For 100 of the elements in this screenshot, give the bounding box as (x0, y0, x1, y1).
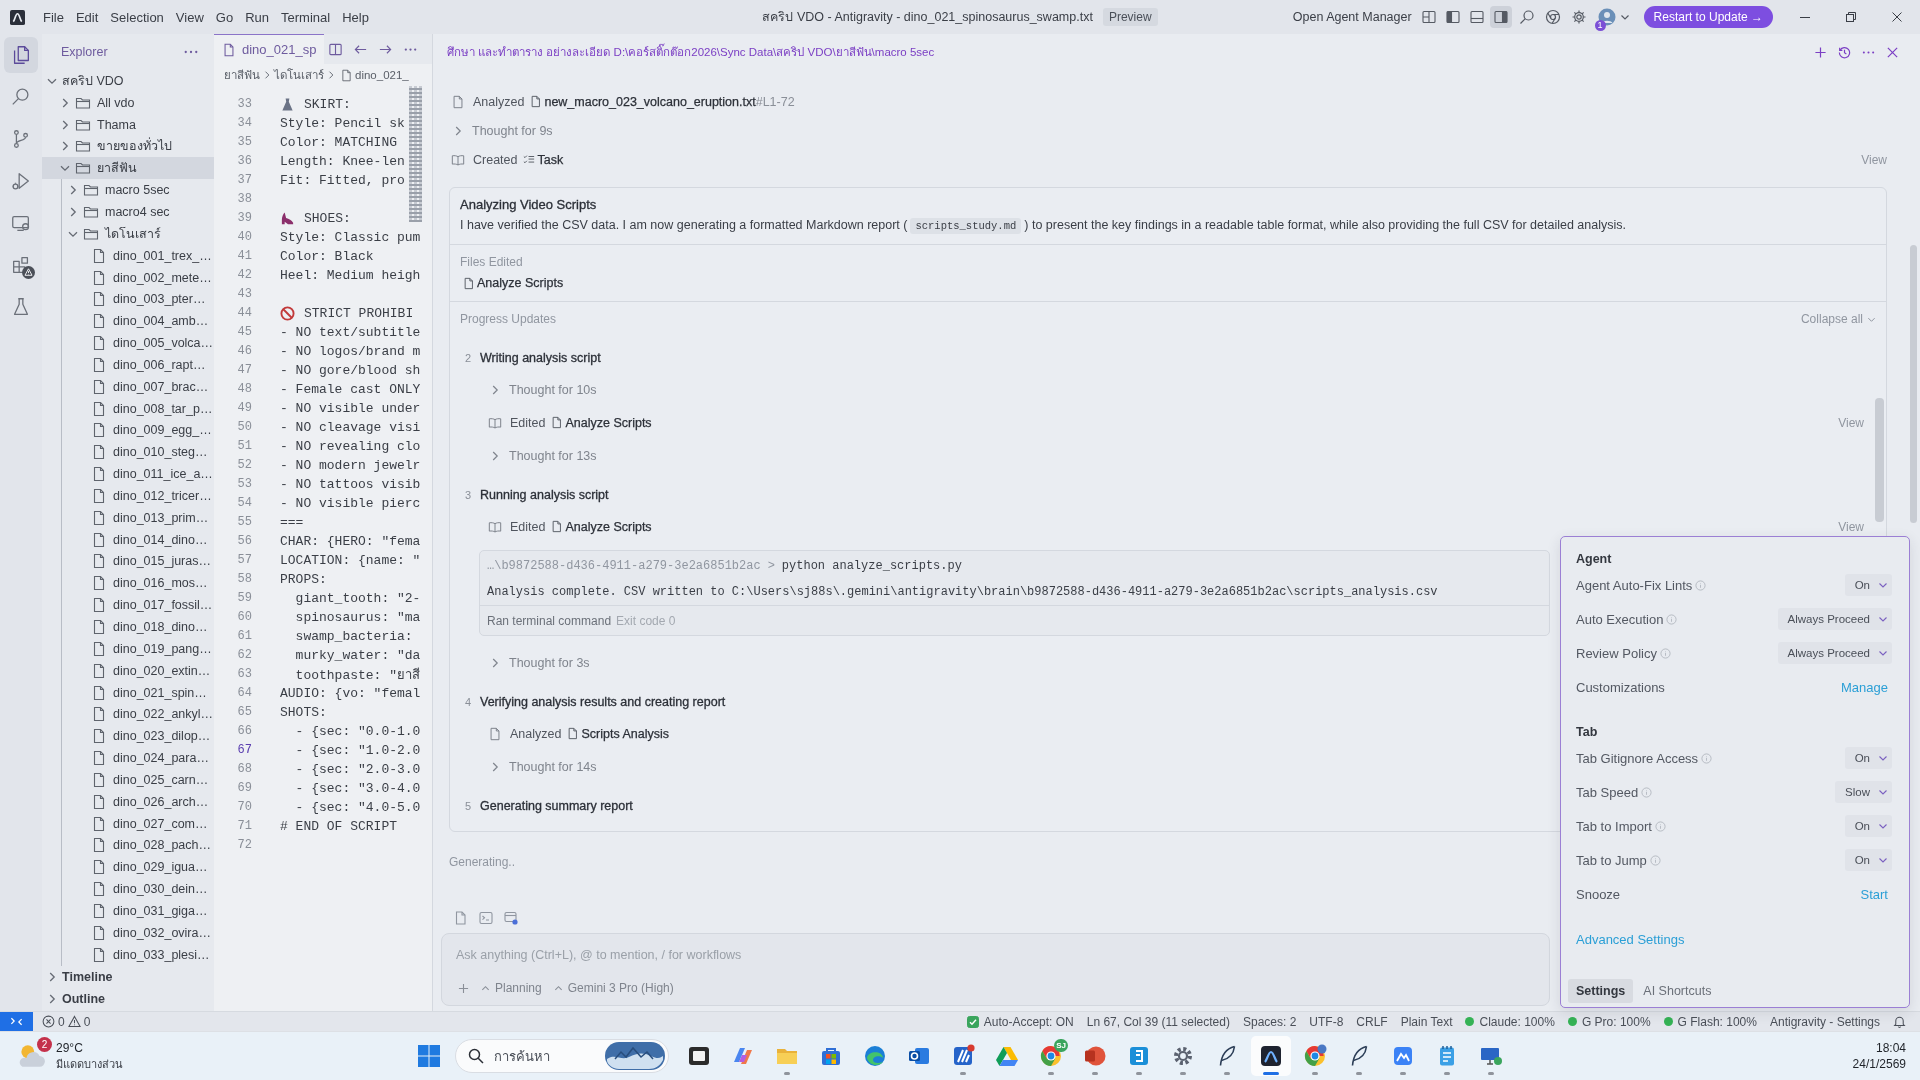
remote-button[interactable] (0, 1012, 33, 1031)
setting-dropdown[interactable]: Always Proceed (1777, 608, 1892, 630)
book-icon (488, 415, 502, 430)
line-number: 70 (236, 800, 252, 814)
menu-item[interactable]: Edit (69, 6, 105, 28)
popup-tab[interactable]: AI Shortcuts (1635, 979, 1720, 1003)
setting-dropdown[interactable]: On (1844, 849, 1892, 871)
layout-toggle[interactable] (1489, 6, 1512, 28)
menu-item[interactable]: Run (239, 6, 275, 28)
step-number: 2 (465, 352, 473, 364)
error-icon (42, 1015, 55, 1028)
menu-item[interactable]: File (37, 6, 70, 28)
menu-item[interactable]: Go (209, 6, 240, 28)
code-line: - NO modern jewelr (280, 457, 421, 473)
file-icon (222, 42, 236, 57)
code-line: - NO text/subtitle (280, 324, 421, 340)
console-icon[interactable] (479, 911, 493, 925)
popup-tab[interactable]: Settings (1568, 979, 1634, 1003)
breadcrumb-item[interactable]: dino_021_ (355, 69, 409, 81)
breadcrumb-item[interactable]: ไดโนเสาร์ (274, 66, 324, 84)
problems-indicator[interactable]: 0 0 (42, 1014, 91, 1029)
striped-tile-icon[interactable] (951, 1044, 975, 1068)
agent-manager-link[interactable]: Open Agent Manager (1292, 10, 1412, 24)
status-item[interactable]: Ln 67, Col 39 (11 selected) (1086, 1014, 1230, 1029)
quota-indicator[interactable]: G Flash: 100% (1663, 1014, 1757, 1029)
clock[interactable]: 18:04 24/1/2569 (1852, 1040, 1920, 1072)
task-link[interactable]: Task (523, 152, 564, 167)
line-number: 69 (236, 781, 252, 795)
bracket-tile-icon[interactable] (1127, 1044, 1151, 1068)
setting-dropdown[interactable]: Slow (1835, 781, 1892, 803)
breadcrumb-item[interactable]: ยาสีฟัน (224, 66, 260, 84)
weather-condition: มีแดดบางส่วน (56, 1057, 123, 1072)
file-link[interactable]: Analyze Scripts (551, 415, 652, 430)
menu-item[interactable]: Terminal (275, 6, 337, 28)
more-icon[interactable] (184, 50, 198, 54)
setting-dropdown[interactable]: On (1844, 574, 1892, 596)
browser-window-icon[interactable] (504, 911, 518, 925)
activity-bar-item[interactable] (4, 37, 38, 73)
search-icon[interactable] (1518, 9, 1535, 25)
file-link[interactable]: Scripts Analysis (567, 726, 669, 741)
file-link[interactable]: new_macro_023_volcano_eruption.txt (530, 94, 756, 109)
setting-dropdown[interactable]: On (1844, 747, 1892, 769)
close-icon[interactable] (1886, 45, 1899, 59)
status-item[interactable]: UTF-8 (1309, 1014, 1344, 1029)
file-icon (488, 726, 502, 741)
triangle-icon[interactable] (995, 1044, 1019, 1068)
bell-icon[interactable] (1893, 1015, 1906, 1028)
mountain-tile-icon[interactable] (1391, 1044, 1415, 1068)
setting-dropdown[interactable]: On (1844, 815, 1892, 837)
line-number: 43 (236, 287, 252, 301)
settings-icon[interactable] (1171, 1044, 1195, 1068)
task-summary: I have verified the CSV data. I am now generating a formatted Markdown report ( scripts_study.md ) to present the key findings in a readable table format, while also providing the full CSV for detailed analysis. (460, 217, 1627, 235)
caret-down-icon[interactable] (1619, 12, 1630, 22)
quota-indicator[interactable]: Claude: 100% (1465, 1014, 1555, 1029)
setting-label: Tab to Jump (1576, 852, 1647, 868)
editor-tab[interactable]: dino_021_sp (214, 34, 325, 64)
search-field[interactable]: การค้นหา (455, 1039, 669, 1073)
plus-icon[interactable] (1814, 45, 1827, 59)
account-badge: 1 (1594, 20, 1606, 31)
account-avatar-icon[interactable] (1597, 8, 1616, 26)
history-icon[interactable] (1838, 45, 1851, 59)
document-icon[interactable] (454, 911, 468, 925)
scrollbar-thumb[interactable] (1910, 245, 1917, 523)
settings-icon[interactable] (1570, 9, 1587, 25)
menu-item[interactable]: Selection (104, 6, 170, 28)
line-number: 46 (236, 344, 252, 358)
scrollbar-thumb[interactable] (1875, 398, 1884, 522)
auto-accept-toggle[interactable]: Auto-Accept: ON (966, 1014, 1074, 1029)
file-link[interactable]: Analyze Scripts (463, 276, 564, 290)
start-icon[interactable] (417, 1044, 441, 1068)
search-input[interactable]: การค้นหา (494, 1048, 605, 1064)
swirl-icon[interactable] (863, 1044, 887, 1068)
profile-badge: SJ (1054, 1039, 1068, 1052)
square-frame-icon[interactable] (687, 1044, 711, 1068)
restore-icon[interactable] (1846, 12, 1856, 22)
code-line: - Female cast ONLY (280, 381, 421, 397)
action-label: Edited (510, 519, 546, 534)
section-header[interactable]: Timeline (42, 966, 214, 988)
line-number: 41 (236, 249, 252, 263)
file-link[interactable]: Analyze Scripts (551, 519, 652, 534)
setting-dropdown[interactable]: Always Proceed (1777, 642, 1892, 664)
quota-indicator[interactable]: G Pro: 100% (1567, 1014, 1651, 1029)
status-item[interactable]: CRLF (1356, 1014, 1388, 1029)
close-icon[interactable] (1892, 12, 1902, 22)
chat-input[interactable]: Ask anything (Ctrl+L), @ to mention, / for workflows (456, 944, 1535, 966)
browser-icon[interactable] (1303, 1044, 1327, 1068)
status-item[interactable]: Plain Text (1400, 1014, 1453, 1029)
arch-tile-icon[interactable] (1259, 1044, 1283, 1068)
status-item[interactable]: Antigravity - Settings (1769, 1014, 1880, 1029)
minimap[interactable] (409, 86, 422, 222)
split-editor-icon[interactable] (328, 41, 344, 57)
update-button[interactable]: Restart to Update → (1643, 6, 1773, 28)
caret-down-icon (1878, 787, 1888, 797)
section-header[interactable]: Outline (42, 988, 214, 1010)
status-item[interactable]: Spaces: 2 (1242, 1014, 1297, 1029)
menu-item[interactable]: View (169, 6, 210, 28)
browser-icon[interactable] (1544, 9, 1561, 25)
menu-item[interactable]: Help (336, 6, 375, 28)
plus-icon[interactable] (458, 982, 469, 994)
action-label: Analyzed (473, 94, 525, 109)
